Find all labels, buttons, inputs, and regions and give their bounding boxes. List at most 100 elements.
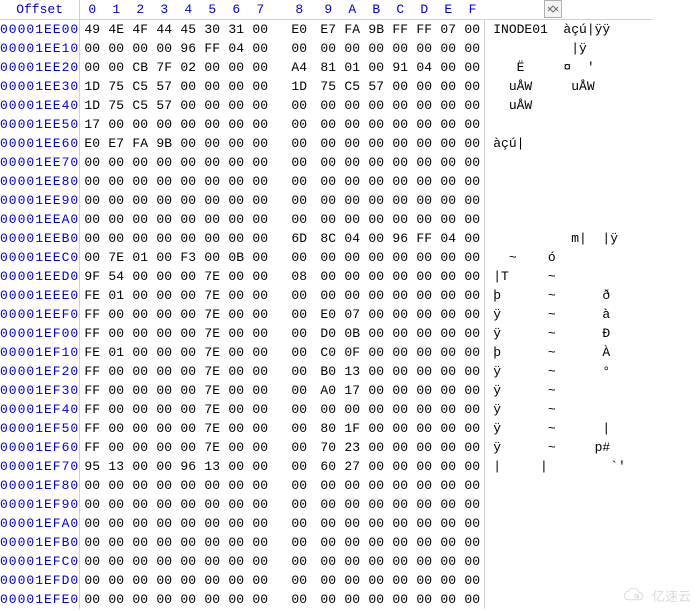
hex-cell[interactable]: 00: [128, 172, 152, 191]
hex-cell[interactable]: 00: [200, 229, 224, 248]
offset-cell[interactable]: 00001EF50: [0, 419, 80, 438]
hex-cell[interactable]: 00: [152, 39, 176, 58]
hex-cell[interactable]: 00: [128, 115, 152, 134]
hex-cell[interactable]: 00: [436, 514, 460, 533]
hex-cell[interactable]: 00: [248, 343, 272, 362]
hex-cell[interactable]: 00: [104, 419, 128, 438]
hex-cell[interactable]: 00: [272, 96, 316, 115]
hex-cell[interactable]: 60: [316, 457, 340, 476]
hex-cell[interactable]: 00: [272, 381, 316, 400]
hex-cell[interactable]: FF: [80, 419, 105, 438]
hex-cell[interactable]: 00: [176, 533, 200, 552]
hex-cell[interactable]: 00: [272, 362, 316, 381]
hex-cell[interactable]: 00: [248, 552, 272, 571]
hex-cell[interactable]: 00: [388, 96, 412, 115]
hex-cell[interactable]: 00: [176, 343, 200, 362]
hex-cell[interactable]: 7E: [200, 267, 224, 286]
hex-cell[interactable]: 00: [248, 514, 272, 533]
hex-cell[interactable]: 00: [224, 58, 248, 77]
hex-cell[interactable]: 00: [152, 381, 176, 400]
hex-cell[interactable]: 00: [436, 362, 460, 381]
hex-cell[interactable]: 04: [412, 58, 436, 77]
ascii-cell[interactable]: ÿ ~: [485, 381, 654, 400]
hex-cell[interactable]: 00: [460, 362, 485, 381]
hex-cell[interactable]: E7: [316, 20, 340, 40]
hex-cell[interactable]: 00: [388, 267, 412, 286]
hex-cell[interactable]: 00: [248, 191, 272, 210]
hex-cell[interactable]: 00: [388, 362, 412, 381]
offset-cell[interactable]: 00001EF10: [0, 343, 80, 362]
offset-cell[interactable]: 00001EF00: [0, 324, 80, 343]
hex-cell[interactable]: 00: [436, 590, 460, 609]
hex-cell[interactable]: 00: [104, 324, 128, 343]
hex-cell[interactable]: 00: [224, 533, 248, 552]
hex-cell[interactable]: 1D: [272, 77, 316, 96]
hex-cell[interactable]: 00: [364, 419, 388, 438]
hex-cell[interactable]: 00: [80, 210, 105, 229]
offset-cell[interactable]: 00001EE20: [0, 58, 80, 77]
hex-cell[interactable]: FE: [80, 343, 105, 362]
hex-cell[interactable]: 00: [224, 267, 248, 286]
hex-cell[interactable]: 00: [104, 58, 128, 77]
hex-cell[interactable]: 00: [436, 419, 460, 438]
hex-cell[interactable]: 00: [412, 153, 436, 172]
hex-cell[interactable]: 00: [200, 495, 224, 514]
offset-cell[interactable]: 00001EE70: [0, 153, 80, 172]
hex-cell[interactable]: 00: [104, 495, 128, 514]
hex-cell[interactable]: 00: [340, 153, 364, 172]
hex-cell[interactable]: 00: [152, 248, 176, 267]
hex-cell[interactable]: 00: [176, 381, 200, 400]
hex-cell[interactable]: 0B: [340, 324, 364, 343]
hex-cell[interactable]: FF: [80, 438, 105, 457]
hex-cell[interactable]: 00: [248, 20, 272, 40]
hex-cell[interactable]: 00: [176, 419, 200, 438]
hex-cell[interactable]: 75: [316, 77, 340, 96]
ascii-cell[interactable]: Ë ¤ ': [485, 58, 654, 77]
hex-cell[interactable]: 00: [460, 324, 485, 343]
hex-cell[interactable]: 00: [272, 514, 316, 533]
hex-cell[interactable]: 00: [128, 267, 152, 286]
hex-cell[interactable]: 00: [460, 229, 485, 248]
hex-cell[interactable]: 00: [272, 134, 316, 153]
hex-cell[interactable]: 00: [104, 400, 128, 419]
hex-cell[interactable]: 00: [460, 381, 485, 400]
hex-cell[interactable]: 00: [460, 343, 485, 362]
hex-cell[interactable]: 00: [152, 115, 176, 134]
hex-cell[interactable]: E7: [104, 134, 128, 153]
hex-cell[interactable]: 00: [436, 96, 460, 115]
hex-cell[interactable]: 00: [340, 248, 364, 267]
hex-cell[interactable]: 00: [460, 533, 485, 552]
offset-cell[interactable]: 00001EFD0: [0, 571, 80, 590]
hex-cell[interactable]: 00: [152, 476, 176, 495]
hex-cell[interactable]: 00: [436, 552, 460, 571]
hex-cell[interactable]: 00: [248, 172, 272, 191]
ascii-cell[interactable]: [485, 191, 654, 210]
hex-cell[interactable]: 75: [104, 77, 128, 96]
hex-cell[interactable]: 00: [248, 438, 272, 457]
hex-cell[interactable]: 00: [340, 571, 364, 590]
hex-cell[interactable]: 00: [364, 381, 388, 400]
hex-cell[interactable]: 00: [152, 172, 176, 191]
hex-cell[interactable]: 00: [176, 229, 200, 248]
hex-cell[interactable]: 00: [412, 381, 436, 400]
hex-cell[interactable]: 00: [248, 210, 272, 229]
hex-cell[interactable]: 00: [316, 267, 340, 286]
hex-cell[interactable]: 00: [248, 381, 272, 400]
hex-cell[interactable]: 00: [128, 514, 152, 533]
hex-cell[interactable]: 00: [80, 153, 105, 172]
hex-cell[interactable]: 00: [248, 400, 272, 419]
hex-cell[interactable]: 00: [248, 457, 272, 476]
hex-cell[interactable]: 00: [152, 400, 176, 419]
hex-cell[interactable]: 00: [436, 571, 460, 590]
hex-cell[interactable]: 00: [224, 229, 248, 248]
hex-cell[interactable]: 00: [272, 324, 316, 343]
hex-cell[interactable]: 00: [460, 305, 485, 324]
hex-cell[interactable]: 00: [436, 381, 460, 400]
hex-cell[interactable]: FF: [412, 229, 436, 248]
hex-cell[interactable]: FF: [80, 400, 105, 419]
hex-cell[interactable]: 00: [388, 533, 412, 552]
hex-cell[interactable]: 00: [80, 514, 105, 533]
hex-cell[interactable]: 00: [128, 39, 152, 58]
hex-cell[interactable]: CB: [128, 58, 152, 77]
hex-cell[interactable]: 00: [176, 400, 200, 419]
